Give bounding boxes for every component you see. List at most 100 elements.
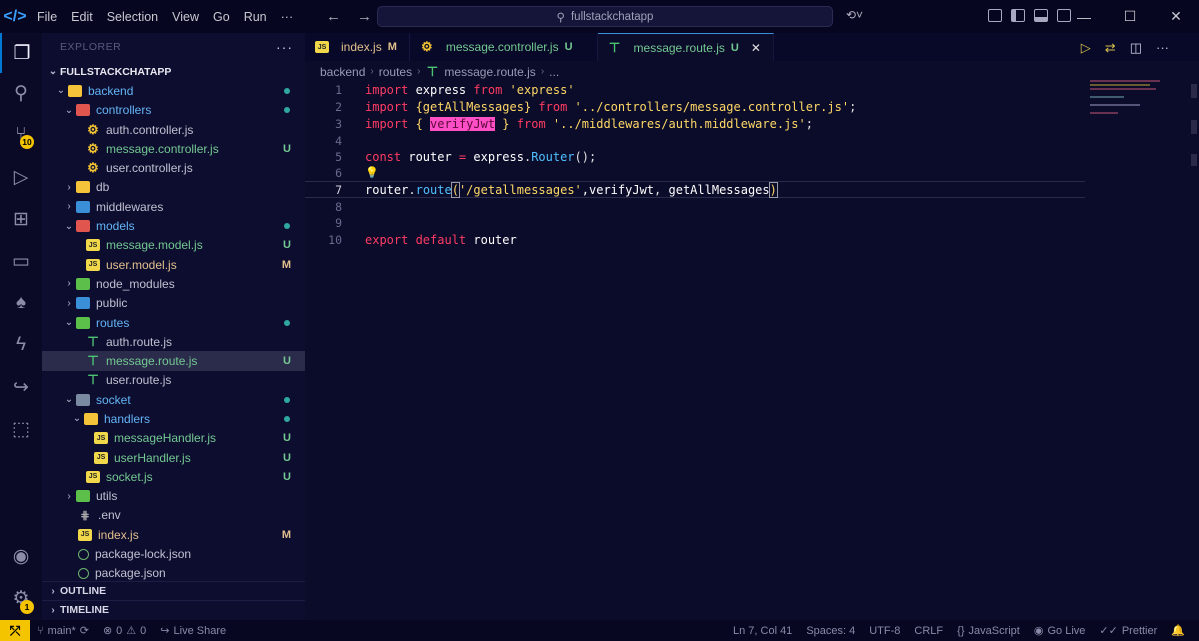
- settings-gear-icon[interactable]: ⚙ 1: [0, 578, 42, 618]
- tree-folder-routes[interactable]: ⌄ routes: [42, 313, 305, 332]
- tree-folder-backend[interactable]: ⌄ backend: [42, 81, 305, 100]
- lightbulb-icon[interactable]: 💡: [365, 166, 379, 179]
- status-untracked: U: [283, 355, 291, 368]
- tree-folder-utils[interactable]: › utils: [42, 487, 305, 506]
- menu-run[interactable]: Run: [237, 10, 274, 24]
- compare-changes-icon[interactable]: ⇄: [1105, 40, 1116, 56]
- branch-indicator[interactable]: ⑂ main* ⟳: [30, 624, 96, 638]
- tree-folder-node-modules[interactable]: › node_modules: [42, 274, 305, 293]
- copilot-icon[interactable]: ⟲˅: [846, 8, 863, 22]
- source-control-icon[interactable]: ⑂ 10: [0, 115, 42, 155]
- minimize-icon[interactable]: —: [1061, 0, 1107, 33]
- tree-folder-handlers[interactable]: ⌄ handlers: [42, 409, 305, 428]
- live-share-icon[interactable]: ↪: [0, 367, 42, 407]
- tree-folder-socket[interactable]: ⌄ socket: [42, 390, 305, 409]
- split-editor-icon[interactable]: ◫: [1130, 40, 1142, 56]
- scrollbar-thumb[interactable]: [1191, 84, 1197, 98]
- tab-label: message.controller.js: [445, 40, 559, 54]
- extensions-icon[interactable]: ⊞: [0, 199, 42, 239]
- mongodb-icon[interactable]: ♠: [0, 283, 42, 323]
- tab-message-route[interactable]: ⊤ message.route.js U ✕: [597, 33, 774, 61]
- tree-file-auth-controller[interactable]: ⚙ auth.controller.js: [42, 120, 305, 139]
- tree-file-auth-route[interactable]: ⊤ auth.route.js: [42, 332, 305, 351]
- menu-file[interactable]: File: [30, 10, 64, 24]
- problems-indicator[interactable]: ⊗ 0 ⚠ 0: [96, 624, 153, 638]
- timeline-section[interactable]: › TIMELINE: [42, 600, 305, 619]
- tab-message-controller[interactable]: ⚙ message.controller.js U: [410, 33, 598, 61]
- run-debug-icon[interactable]: ▷: [0, 157, 42, 197]
- tree-file-user-model[interactable]: JS user.model.js M: [42, 255, 305, 274]
- tree-file-message-model[interactable]: JS message.model.js U: [42, 236, 305, 255]
- tree-folder-controllers[interactable]: ⌄ controllers: [42, 101, 305, 120]
- encoding[interactable]: UTF-8: [862, 625, 907, 637]
- sync-icon[interactable]: ⟳: [80, 624, 89, 637]
- editor-scrollbar[interactable]: [1187, 80, 1199, 620]
- scrollbar-thumb[interactable]: [1191, 154, 1197, 166]
- run-icon[interactable]: ▷: [1081, 40, 1091, 56]
- go-live-button[interactable]: ◉ Go Live: [1027, 624, 1093, 638]
- thunder-client-icon[interactable]: ϟ: [0, 325, 42, 365]
- back-arrow-icon[interactable]: ←: [326, 8, 341, 25]
- menu-edit[interactable]: Edit: [64, 10, 100, 24]
- breadcrumb-item[interactable]: message.route.js: [444, 65, 535, 79]
- notifications-bell-icon[interactable]: 🔔: [1164, 624, 1199, 637]
- tree-file-user-route[interactable]: ⊤ user.route.js: [42, 371, 305, 390]
- breadcrumb-item[interactable]: ...: [549, 65, 559, 79]
- tree-folder-public[interactable]: › public: [42, 294, 305, 313]
- containers-icon[interactable]: ⬚: [0, 409, 42, 449]
- accounts-icon[interactable]: ◉: [0, 536, 42, 576]
- tab-index-js[interactable]: JS index.js M: [305, 33, 410, 61]
- tree-file-message-handler[interactable]: JS messageHandler.js U: [42, 429, 305, 448]
- tree-file-message-controller[interactable]: ⚙ message.controller.js U: [42, 139, 305, 158]
- chevron-down-icon: ⌄: [64, 317, 74, 328]
- close-window-icon[interactable]: ✕: [1153, 0, 1199, 33]
- status-modified: M: [281, 528, 291, 541]
- remote-indicator-icon[interactable]: ⤱: [0, 620, 30, 641]
- status-dot: [284, 87, 290, 94]
- explorer-more-actions[interactable]: ···: [276, 39, 293, 55]
- token: Router: [531, 149, 575, 164]
- menu-selection[interactable]: Selection: [100, 10, 165, 24]
- prettier-status[interactable]: ✓✓ Prettier: [1092, 624, 1164, 638]
- chevron-right-icon: ›: [67, 201, 71, 213]
- tree-file-env[interactable]: ⋕ .env: [42, 506, 305, 525]
- live-share-button[interactable]: ↪ Live Share: [153, 624, 233, 638]
- tree-file-socket[interactable]: JS socket.js U: [42, 467, 305, 486]
- tree-file-index[interactable]: JS index.js M: [42, 525, 305, 544]
- code-editor[interactable]: 1 import express from 'express' 2 import…: [305, 80, 1199, 620]
- minimap[interactable]: [1090, 80, 1190, 120]
- customize-layout-icon[interactable]: [988, 9, 1002, 22]
- more-actions-icon[interactable]: ···: [1156, 40, 1169, 56]
- js-file-icon: JS: [86, 239, 100, 252]
- menu-view[interactable]: View: [165, 10, 206, 24]
- end-of-line[interactable]: CRLF: [907, 625, 950, 637]
- toggle-primary-sidebar-icon[interactable]: [1011, 9, 1025, 22]
- explorer-icon[interactable]: ❐: [0, 33, 42, 73]
- menu-go[interactable]: Go: [206, 10, 237, 24]
- maximize-icon[interactable]: ☐: [1107, 0, 1153, 33]
- tree-file-user-handler[interactable]: JS userHandler.js U: [42, 448, 305, 467]
- breadcrumb-item[interactable]: routes: [379, 65, 412, 79]
- indentation[interactable]: Spaces: 4: [799, 625, 862, 637]
- toggle-panel-icon[interactable]: [1034, 9, 1048, 22]
- editor-actions: ▷ ⇄ ◫ ···: [1081, 40, 1169, 56]
- menu-more[interactable]: ···: [274, 10, 301, 24]
- tree-folder-models[interactable]: ⌄ models: [42, 216, 305, 235]
- tree-folder-middlewares[interactable]: › middlewares: [42, 197, 305, 216]
- js-file-icon: JS: [78, 528, 92, 541]
- outline-section[interactable]: › OUTLINE: [42, 581, 305, 600]
- close-tab-icon[interactable]: ✕: [751, 41, 761, 55]
- scrollbar-thumb[interactable]: [1191, 120, 1197, 134]
- tree-file-message-route[interactable]: ⊤ message.route.js U: [42, 351, 305, 371]
- cursor-position[interactable]: Ln 7, Col 41: [726, 625, 799, 637]
- workspace-root[interactable]: ⌄ FULLSTACKCHATAPP: [42, 62, 305, 81]
- forward-arrow-icon[interactable]: →: [357, 8, 372, 25]
- tree-file-user-controller[interactable]: ⚙ user.controller.js: [42, 158, 305, 177]
- remote-explorer-icon[interactable]: ▭: [0, 241, 42, 281]
- breadcrumb-item[interactable]: backend: [320, 65, 365, 79]
- tree-file-package-lock[interactable]: package-lock.json: [42, 544, 305, 563]
- search-view-icon[interactable]: ⚲: [0, 73, 42, 113]
- language-mode[interactable]: {} JavaScript: [950, 625, 1027, 637]
- tree-folder-db[interactable]: › db: [42, 178, 305, 197]
- command-center-search[interactable]: ⚲ fullstackchatapp: [377, 6, 833, 27]
